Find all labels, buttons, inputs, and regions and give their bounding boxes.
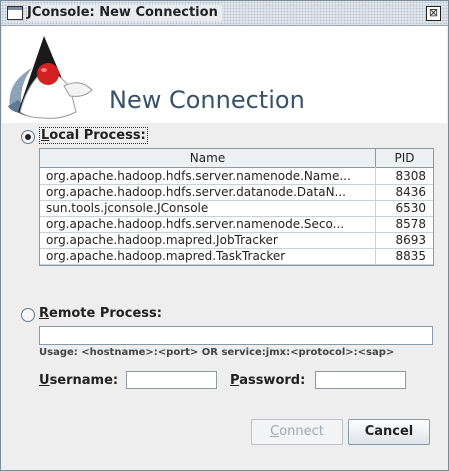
process-pid: 8578 — [395, 217, 426, 231]
column-header-name[interactable]: Name — [40, 149, 376, 167]
process-name: org.apache.hadoop.mapred.TaskTracker — [46, 249, 286, 263]
cancel-button[interactable]: Cancel — [348, 419, 430, 445]
process-pid: 8436 — [395, 185, 426, 199]
remote-process-label[interactable]: Remote Process: — [39, 306, 162, 321]
process-name: org.apache.hadoop.mapred.JobTracker — [46, 233, 278, 247]
local-process-label-text: ocal Process: — [49, 128, 146, 143]
window-title: JConsole: New Connection — [27, 5, 222, 21]
connect-mnemonic: C — [270, 424, 280, 439]
process-pid: 8693 — [395, 233, 426, 247]
remote-process-mnemonic: R — [39, 306, 50, 321]
local-process-label[interactable]: Local Process: — [39, 127, 148, 144]
table-row[interactable]: org.apache.hadoop.hdfs.server.datanode.D… — [40, 184, 433, 201]
page-title: New Connection — [109, 86, 305, 114]
process-pid: 8835 — [395, 249, 426, 263]
process-name: org.apache.hadoop.hdfs.server.namenode.N… — [46, 169, 351, 183]
table-row[interactable]: org.apache.hadoop.hdfs.server.namenode.N… — [40, 168, 433, 185]
connect-button[interactable]: Connect — [251, 419, 343, 445]
title-bar[interactable]: JConsole: New Connection ⊠ — [1, 1, 448, 26]
table-row[interactable]: org.apache.hadoop.hdfs.server.namenode.S… — [40, 216, 433, 233]
dialog-header: New Connection — [2, 26, 447, 123]
username-label-text: sername: — [49, 373, 119, 388]
close-icon[interactable]: ⊠ — [426, 6, 441, 21]
password-mnemonic: P — [230, 373, 240, 388]
usage-hint: Usage: <hostname>:<port> OR service:jmx:… — [39, 347, 395, 358]
process-name: org.apache.hadoop.hdfs.server.datanode.D… — [46, 185, 346, 199]
password-field[interactable] — [315, 371, 406, 389]
password-label-text: assword: — [239, 373, 306, 388]
process-table[interactable]: Name PID org.apache.hadoop.hdfs.server.n… — [39, 148, 434, 266]
table-row[interactable]: org.apache.hadoop.mapred.JobTracker 8693 — [40, 232, 433, 249]
connect-label: onnect — [279, 424, 324, 439]
process-pid: 8308 — [395, 169, 426, 183]
table-header: Name PID — [40, 149, 433, 168]
remote-process-radio[interactable] — [21, 308, 35, 322]
table-row[interactable]: org.apache.hadoop.mapred.TaskTracker 883… — [40, 248, 433, 265]
remote-process-input[interactable] — [39, 326, 433, 345]
local-process-radio[interactable] — [21, 130, 35, 144]
username-label: Username: — [39, 373, 118, 388]
process-name: org.apache.hadoop.hdfs.server.namenode.S… — [46, 217, 345, 231]
process-name: sun.tools.jconsole.JConsole — [46, 201, 209, 215]
username-mnemonic: U — [39, 373, 50, 388]
window-icon — [7, 6, 23, 20]
table-row[interactable]: sun.tools.jconsole.JConsole 6530 — [40, 200, 433, 217]
password-label: Password: — [230, 373, 305, 388]
remote-process-label-text: emote Process: — [49, 306, 162, 321]
new-connection-dialog: JConsole: New Connection ⊠ New Connectio… — [0, 0, 449, 471]
java-duke-logo-icon — [8, 36, 93, 119]
username-field[interactable] — [126, 371, 217, 389]
column-header-pid[interactable]: PID — [376, 149, 433, 167]
process-pid: 6530 — [395, 201, 426, 215]
